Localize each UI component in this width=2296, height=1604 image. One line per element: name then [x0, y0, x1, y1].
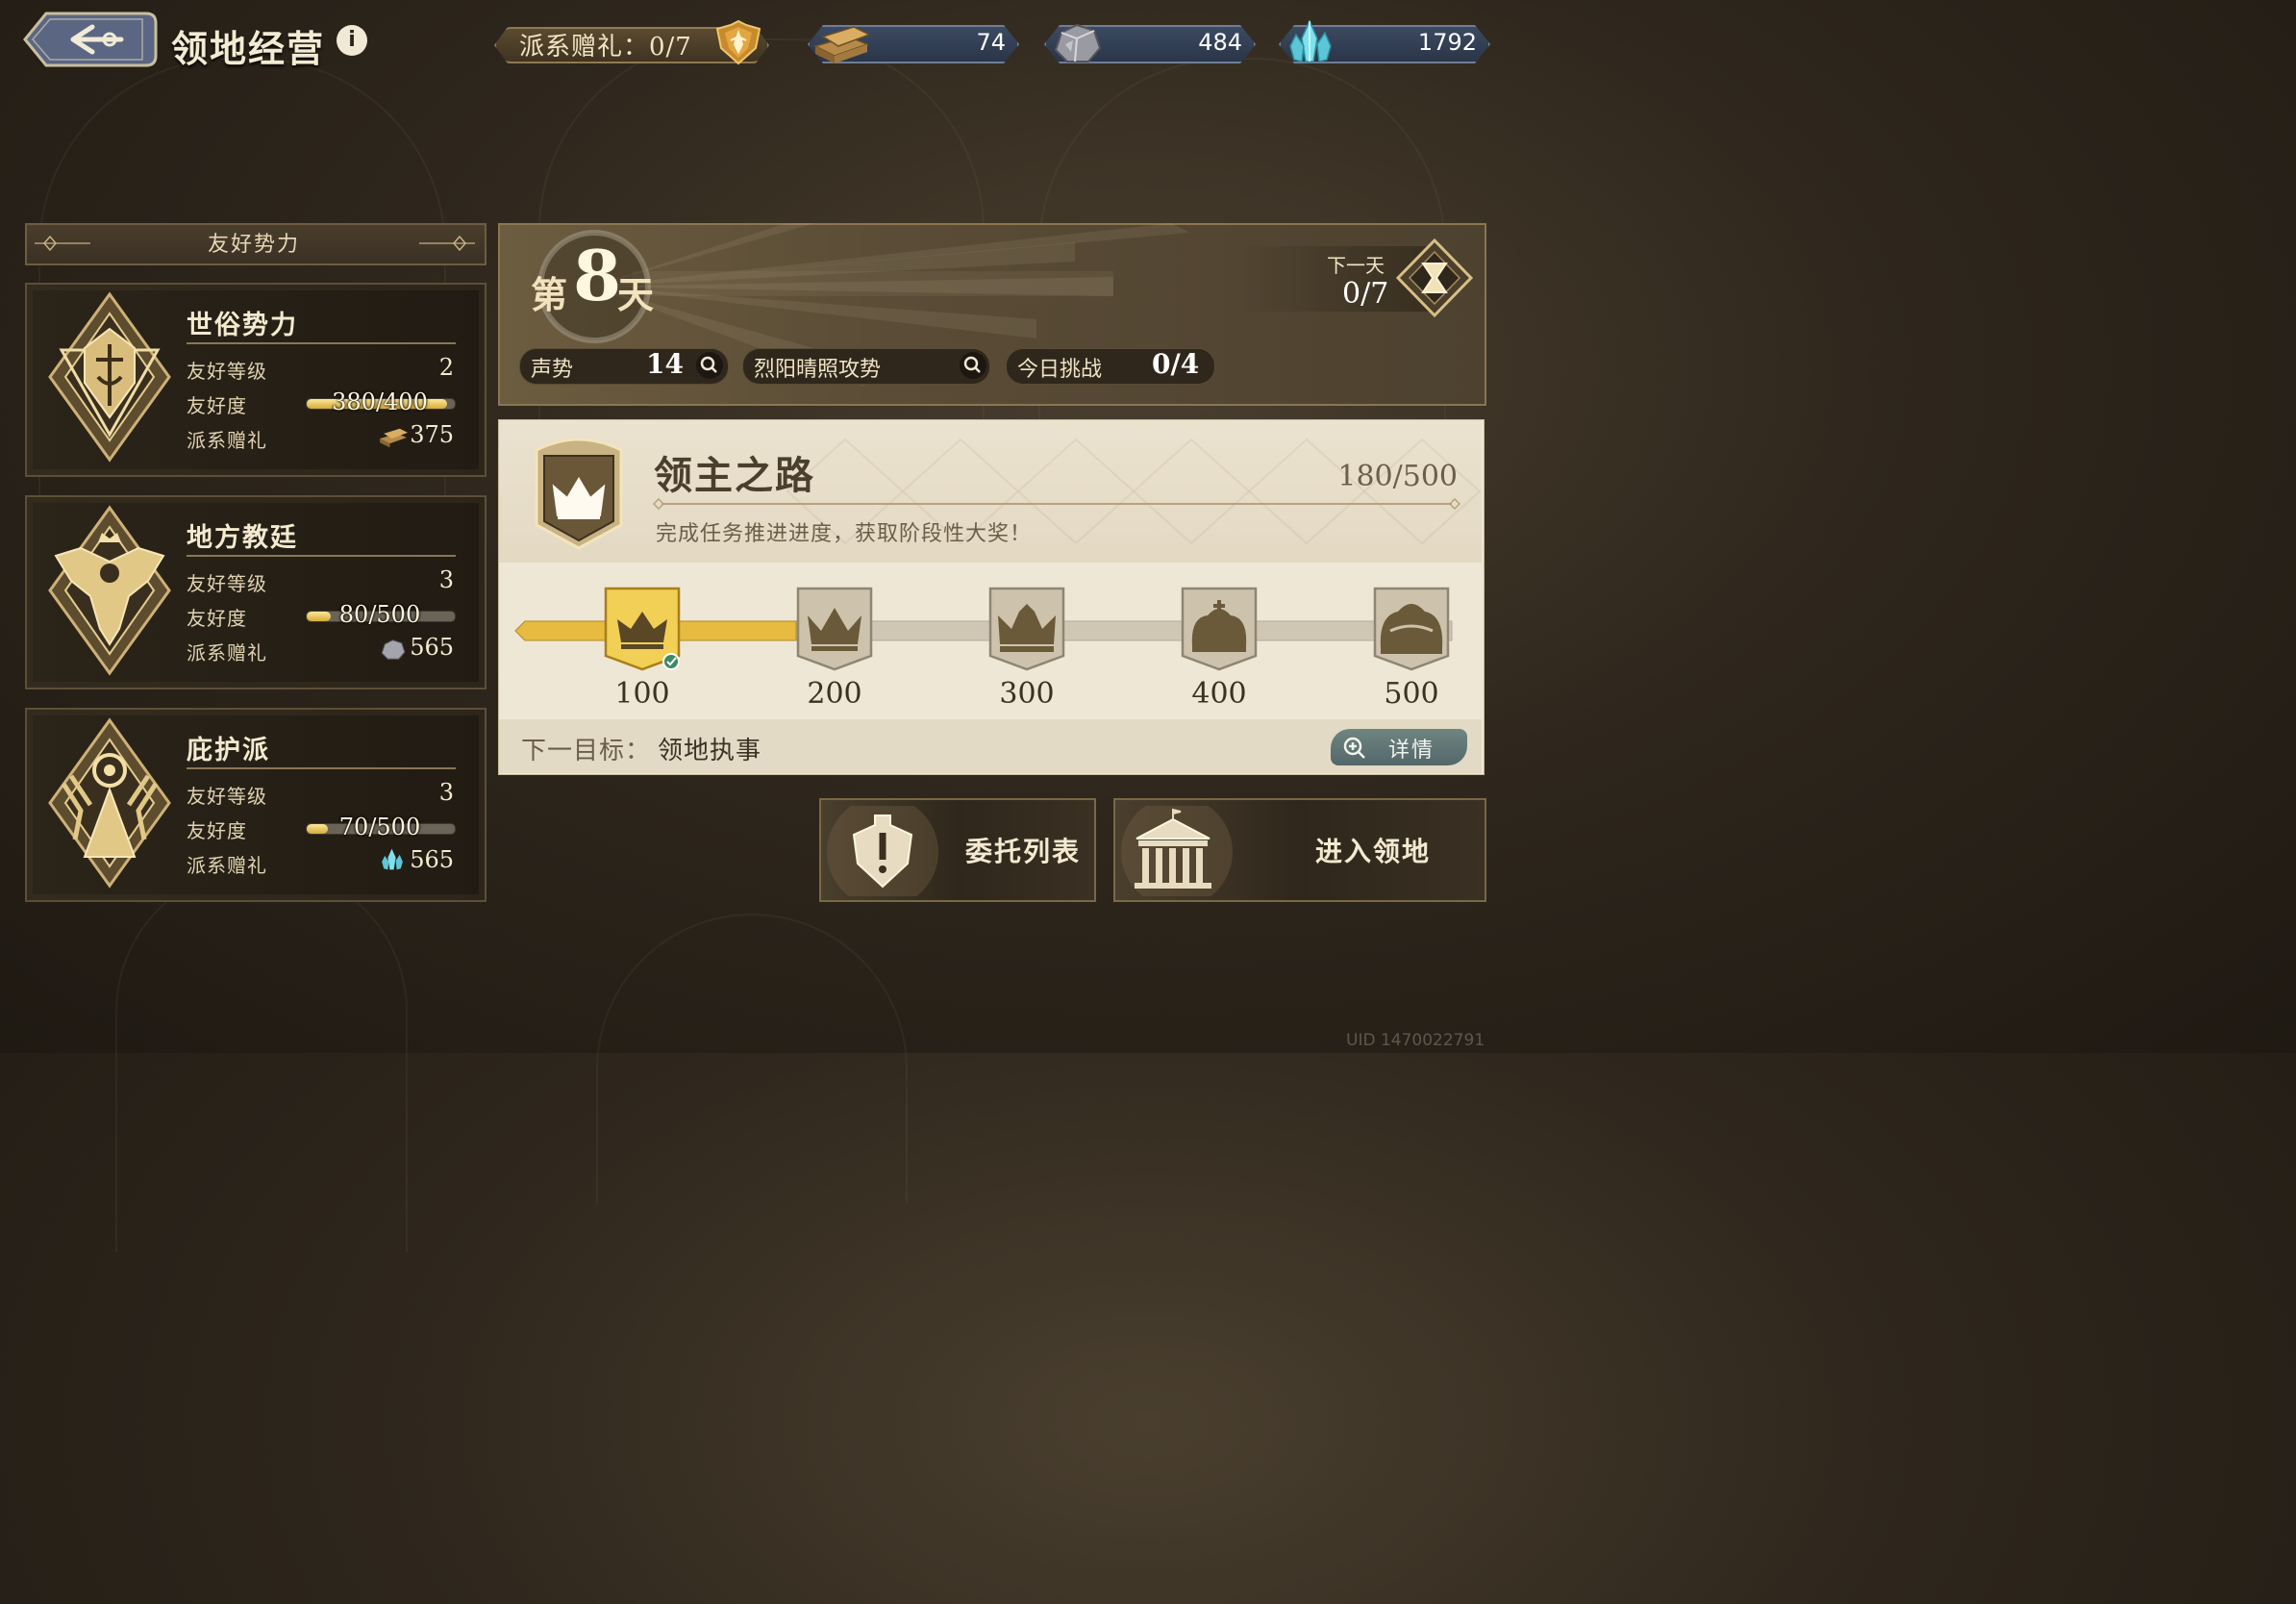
friendship-level-label: 友好等级	[187, 785, 267, 808]
milestone-200-crown-icon[interactable]	[794, 583, 875, 671]
milestone-value: 100	[614, 677, 670, 711]
next-goal-value: 领地执事	[658, 737, 762, 765]
commission-list-label: 委托列表	[965, 836, 1082, 867]
offensive-label: 烈阳晴照攻势	[754, 358, 882, 382]
day-suffix: 天	[617, 273, 655, 316]
back-arrow-icon	[23, 12, 158, 67]
next-day-counter: 0/7	[1342, 277, 1389, 311]
faction-gift-value: 565	[410, 846, 454, 873]
info-icon[interactable]: i	[337, 25, 367, 56]
faction-name: 世俗势力	[187, 311, 298, 340]
temple-icon	[1121, 806, 1233, 896]
faction-gift-label: 派系赠礼	[187, 854, 267, 877]
milestone-value: 400	[1191, 677, 1247, 711]
next-day-button[interactable]	[1394, 237, 1475, 319]
search-icon[interactable]	[696, 352, 723, 379]
milestone-value: 200	[807, 677, 862, 711]
faction-name: 庇护派	[187, 736, 270, 765]
faction-name: 地方教廷	[187, 523, 298, 553]
daily-challenge-value: 0/4	[1152, 348, 1200, 380]
faction-gift-value: 375	[410, 421, 454, 448]
details-label: 详情	[1388, 739, 1435, 763]
faction-gift-label: 派系赠礼	[187, 429, 267, 452]
friendship-value: 70/500	[338, 814, 421, 840]
friendship-level-value: 3	[438, 566, 454, 593]
friendship-label: 友好度	[187, 394, 247, 417]
faction-gift-label: 派系赠礼	[187, 641, 267, 664]
lord-road-progress: 180/500	[1337, 460, 1458, 493]
friendship-level-label: 友好等级	[187, 572, 267, 595]
friendship-level-value: 2	[438, 354, 454, 381]
momentum-label: 声势	[531, 358, 574, 382]
hourglass-icon	[1395, 238, 1474, 318]
crystal-icon	[1281, 17, 1340, 67]
faction-divider	[187, 342, 456, 344]
milestone-100-crown-icon[interactable]	[602, 583, 683, 671]
friendship-value: 380/400	[332, 388, 428, 415]
background-arch	[115, 865, 408, 1252]
faction-divider	[187, 767, 456, 769]
title-divider	[652, 498, 1461, 510]
back-button[interactable]	[13, 6, 160, 73]
ore-rock-icon	[1046, 17, 1106, 67]
enter-territory-label: 进入领地	[1315, 836, 1432, 867]
wood-amount: 74	[976, 29, 1006, 56]
friendship-label: 友好度	[187, 607, 247, 630]
lord-crown-badge-icon	[523, 433, 635, 552]
milestone-500-crown-icon[interactable]	[1371, 583, 1452, 671]
friendship-label: 友好度	[187, 819, 247, 842]
crystal-amount: 1792	[1417, 29, 1477, 56]
milestone-value: 500	[1384, 677, 1439, 711]
day-number: 8	[573, 235, 622, 316]
friendship-level-value: 3	[438, 779, 454, 806]
background-arch	[596, 914, 908, 1204]
friendship-level-label: 友好等级	[187, 360, 267, 383]
milestone-300-crown-icon[interactable]	[986, 583, 1067, 671]
daily-challenge-label: 今日挑战	[1017, 358, 1103, 382]
friendship-value: 80/500	[338, 601, 421, 628]
wood-planks-icon	[810, 17, 871, 67]
secular-emblem-icon	[42, 290, 177, 464]
gift-shield-icon	[710, 19, 767, 67]
faction-divider	[187, 555, 456, 557]
protector-emblem-icon	[42, 716, 177, 890]
search-icon[interactable]	[960, 352, 986, 379]
commission-shield-icon	[827, 806, 938, 896]
milestone-400-crown-icon[interactable]	[1179, 583, 1260, 671]
lord-road-description: 完成任务推进进度，获取阶段性大奖！	[656, 522, 1033, 546]
user-id: UID 1470022791	[1346, 1031, 1485, 1050]
milestone-value: 300	[999, 677, 1055, 711]
church-eagle-emblem-icon	[42, 504, 177, 677]
faction-gift-value: 565	[410, 634, 454, 661]
zoom-in-icon	[1343, 737, 1365, 759]
page-title: 领地经营	[171, 27, 326, 70]
faction-gift-counter: 派系赠礼：0/7	[519, 33, 692, 62]
lord-road-title: 领主之路	[654, 453, 815, 498]
next-day-label: 下一天	[1327, 254, 1385, 277]
next-goal-label: 下一目标：	[521, 737, 652, 765]
day-prefix: 第	[531, 273, 568, 316]
momentum-value: 14	[646, 348, 684, 380]
ore-amount: 484	[1198, 29, 1242, 56]
friendly-factions-title: 友好势力	[207, 233, 300, 257]
